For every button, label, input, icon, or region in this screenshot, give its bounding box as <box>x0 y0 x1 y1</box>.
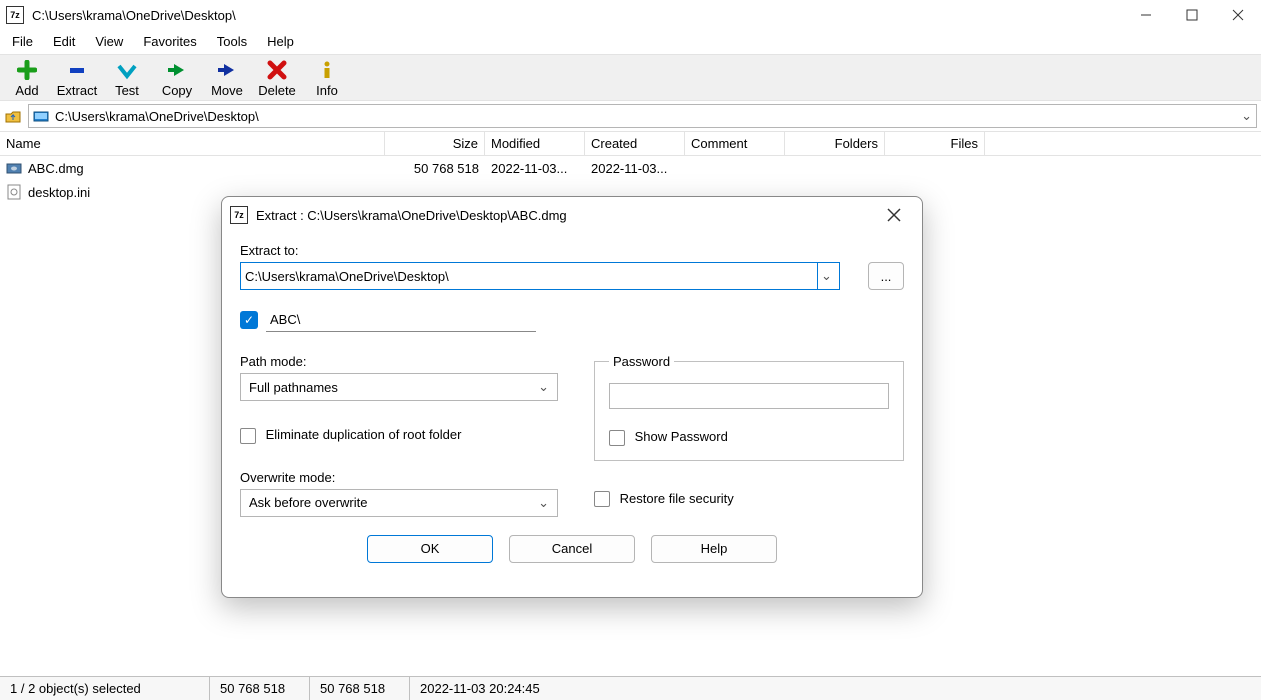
overwrite-mode-value: Ask before overwrite <box>249 495 368 510</box>
menu-bar: File Edit View Favorites Tools Help <box>0 30 1261 54</box>
ini-file-icon <box>6 184 22 200</box>
dialog-title-bar: 7z Extract : C:\Users\krama\OneDrive\Des… <box>222 197 922 233</box>
toolbar-copy[interactable]: Copy <box>152 59 202 98</box>
path-mode-value: Full pathnames <box>249 380 338 395</box>
path-text: C:\Users\krama\OneDrive\Desktop\ <box>55 109 259 124</box>
extract-to-dropdown-icon[interactable]: ⌄ <box>817 263 835 289</box>
toolbar-test-label: Test <box>102 83 152 98</box>
maximize-button[interactable] <box>1169 0 1215 30</box>
minus-icon <box>52 59 102 81</box>
column-size[interactable]: Size <box>385 132 485 155</box>
subfolder-checkbox[interactable]: ✓ <box>240 311 258 329</box>
menu-favorites[interactable]: Favorites <box>133 32 206 51</box>
path-field[interactable]: C:\Users\krama\OneDrive\Desktop\ ⌄ <box>28 104 1257 128</box>
extract-to-label: Extract to: <box>240 243 904 258</box>
check-down-icon <box>102 59 152 81</box>
path-mode-combo[interactable]: Full pathnames ⌄ <box>240 373 558 401</box>
address-bar: C:\Users\krama\OneDrive\Desktop\ ⌄ <box>0 101 1261 132</box>
toolbar-move-label: Move <box>202 83 252 98</box>
column-comment[interactable]: Comment <box>685 132 785 155</box>
show-password-label: Show Password <box>635 429 728 444</box>
column-created[interactable]: Created <box>585 132 685 155</box>
file-size: 50 768 518 <box>385 161 485 176</box>
column-folders[interactable]: Folders <box>785 132 885 155</box>
chevron-down-icon: ⌄ <box>538 495 549 511</box>
eliminate-duplication-label: Eliminate duplication of root folder <box>266 427 462 442</box>
plus-icon <box>2 59 52 81</box>
toolbar: Add Extract Test Copy Move Delete Info <box>0 54 1261 101</box>
menu-edit[interactable]: Edit <box>43 32 85 51</box>
status-date: 2022-11-03 20:24:45 <box>410 677 550 700</box>
restore-security-label: Restore file security <box>620 491 734 506</box>
menu-file[interactable]: File <box>2 32 43 51</box>
close-button[interactable] <box>1215 0 1261 30</box>
dialog-close-button[interactable] <box>874 201 914 229</box>
status-size-2: 50 768 518 <box>310 677 410 700</box>
help-button[interactable]: Help <box>651 535 777 563</box>
drive-icon <box>33 109 49 123</box>
password-input[interactable] <box>609 383 889 409</box>
app-icon-7z: 7z <box>6 6 24 24</box>
minimize-button[interactable] <box>1123 0 1169 30</box>
info-icon <box>302 59 352 81</box>
toolbar-test[interactable]: Test <box>102 59 152 98</box>
browse-button[interactable]: ... <box>868 262 904 290</box>
file-name: ABC.dmg <box>28 161 84 176</box>
status-bar: 1 / 2 object(s) selected 50 768 518 50 7… <box>0 676 1261 700</box>
overwrite-mode-combo[interactable]: Ask before overwrite ⌄ <box>240 489 558 517</box>
status-selection: 1 / 2 object(s) selected <box>0 677 210 700</box>
toolbar-info[interactable]: Info <box>302 59 352 98</box>
chevron-down-icon: ⌄ <box>538 379 549 395</box>
subfolder-input[interactable] <box>266 308 536 332</box>
toolbar-add[interactable]: Add <box>2 59 52 98</box>
path-dropdown-icon[interactable]: ⌄ <box>1241 108 1252 124</box>
ok-button[interactable]: OK <box>367 535 493 563</box>
toolbar-delete[interactable]: Delete <box>252 59 302 98</box>
show-password-checkbox[interactable] <box>609 430 625 446</box>
menu-view[interactable]: View <box>85 32 133 51</box>
column-files[interactable]: Files <box>885 132 985 155</box>
password-group: Password Show Password <box>594 354 904 461</box>
x-icon <box>252 59 302 81</box>
overwrite-mode-label: Overwrite mode: <box>240 470 560 485</box>
cancel-button[interactable]: Cancel <box>509 535 635 563</box>
arrow-right-double-icon <box>152 59 202 81</box>
file-row[interactable]: ABC.dmg 50 768 518 2022-11-03... 2022-11… <box>0 156 1261 180</box>
column-modified[interactable]: Modified <box>485 132 585 155</box>
status-size-1: 50 768 518 <box>210 677 310 700</box>
column-name[interactable]: Name <box>0 132 385 155</box>
toolbar-info-label: Info <box>302 83 352 98</box>
toolbar-copy-label: Copy <box>152 83 202 98</box>
disk-image-icon <box>6 160 22 176</box>
toolbar-move[interactable]: Move <box>202 59 252 98</box>
up-folder-icon[interactable] <box>4 107 22 125</box>
extract-to-input[interactable] <box>245 269 817 284</box>
dialog-title: Extract : C:\Users\krama\OneDrive\Deskto… <box>256 208 567 223</box>
toolbar-extract-label: Extract <box>52 83 102 98</box>
path-mode-label: Path mode: <box>240 354 560 369</box>
menu-tools[interactable]: Tools <box>207 32 257 51</box>
toolbar-add-label: Add <box>2 83 52 98</box>
arrow-right-icon <box>202 59 252 81</box>
window-title: C:\Users\krama\OneDrive\Desktop\ <box>32 8 1123 23</box>
extract-dialog: 7z Extract : C:\Users\krama\OneDrive\Des… <box>221 196 923 598</box>
column-header-row: Name Size Modified Created Comment Folde… <box>0 132 1261 156</box>
toolbar-extract[interactable]: Extract <box>52 59 102 98</box>
title-bar: 7z C:\Users\krama\OneDrive\Desktop\ <box>0 0 1261 30</box>
file-modified: 2022-11-03... <box>485 161 585 176</box>
password-legend: Password <box>609 354 674 369</box>
dialog-button-row: OK Cancel Help <box>240 517 904 583</box>
file-created: 2022-11-03... <box>585 161 685 176</box>
dialog-app-icon: 7z <box>230 206 248 224</box>
menu-help[interactable]: Help <box>257 32 304 51</box>
restore-security-checkbox[interactable] <box>594 491 610 507</box>
toolbar-delete-label: Delete <box>252 83 302 98</box>
file-name: desktop.ini <box>28 185 90 200</box>
eliminate-duplication-checkbox[interactable] <box>240 428 256 444</box>
extract-to-field[interactable]: ⌄ <box>240 262 840 290</box>
